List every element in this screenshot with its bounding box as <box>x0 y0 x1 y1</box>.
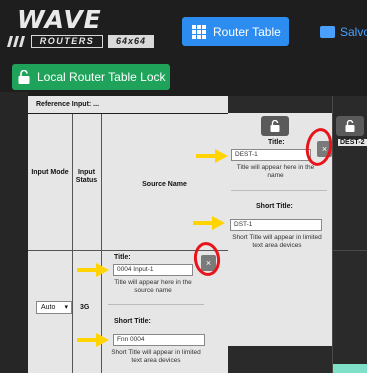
wave-routers-logo: WAVE ROUTERS 64x64 <box>7 5 157 48</box>
grid-divider <box>332 96 333 373</box>
salvo-icon <box>320 25 335 38</box>
dest-1-lock-button[interactable] <box>261 116 289 136</box>
dest-short-title-label: Short Title: <box>256 203 293 210</box>
input-mode-header: Input Mode <box>31 169 69 176</box>
input-mode-value: Auto <box>41 304 56 311</box>
router-table-label: Router Table <box>213 24 281 39</box>
dest-short-title-help: Short Title will appear in limited text … <box>232 234 322 249</box>
col-divider <box>72 251 73 373</box>
source-title-label: Title: <box>114 254 131 261</box>
dest-short-title-input[interactable]: DST-1 <box>230 219 322 231</box>
annotation-arrow-icon <box>196 149 228 163</box>
source-short-title-help: Short Title will appear in limited text … <box>111 349 201 364</box>
unlock-icon <box>270 120 280 132</box>
logo-size-badge: 64x64 <box>108 35 154 48</box>
source-title-input[interactable]: 0004 Input-1 <box>113 264 193 276</box>
annotation-arrow-icon <box>77 333 109 347</box>
left-rail <box>0 92 28 373</box>
dest-divider <box>231 190 327 191</box>
router-table: Reference Input: ... Input Mode Input St… <box>0 92 367 373</box>
grid-icon <box>192 24 207 39</box>
input-status-value: 3G <box>80 304 90 311</box>
annotation-arrow-icon <box>77 263 109 277</box>
source-divider <box>108 304 204 305</box>
source-title-help: Title will appear here in the source nam… <box>114 279 192 294</box>
source-short-title-input[interactable]: Fnn 0004 <box>113 334 205 346</box>
logo-stripes-icon <box>7 36 25 47</box>
chevron-down-icon: ▾ <box>64 304 68 311</box>
salvo-label: Salvo <box>340 24 367 39</box>
logo-brand: WAVE <box>17 5 102 34</box>
logo-subtitle: ROUTERS <box>31 35 103 48</box>
dest-2-lock-button[interactable] <box>336 116 364 136</box>
grid-cell-highlight <box>333 364 367 373</box>
source-short-title-label: Short Title: <box>114 318 151 325</box>
unlock-icon <box>18 70 30 84</box>
input-status-header: Input Status <box>75 169 98 184</box>
salvo-button[interactable]: Salvo <box>320 17 367 46</box>
dest-title-label: Title: <box>268 139 285 146</box>
reference-input-label: Reference Input: ... <box>36 101 100 108</box>
annotation-arrow-icon <box>193 216 225 230</box>
input-mode-select[interactable]: Auto ▾ <box>36 301 72 314</box>
lock-button-label: Local Router Table Lock <box>37 70 166 84</box>
dest-title-help: Title will appear here in the name <box>236 164 315 179</box>
router-table-button[interactable]: Router Table <box>182 17 289 46</box>
dest-title-input[interactable]: DEST-1 <box>231 149 311 161</box>
local-router-table-lock-button[interactable]: Local Router Table Lock <box>12 64 170 90</box>
source-name-header: Source Name <box>142 181 187 188</box>
dest-2-label: DEST-2 <box>338 139 367 146</box>
unlock-icon <box>345 120 355 132</box>
